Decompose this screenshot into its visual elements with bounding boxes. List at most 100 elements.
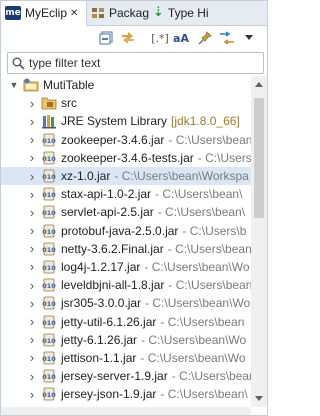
tree-item-label: jersey-server-1.9.jar: [61, 369, 168, 384]
jar-icon: 010: [41, 204, 57, 220]
svg-text:010: 010: [42, 173, 56, 181]
svg-text:010: 010: [42, 209, 56, 217]
link-with-editor-icon[interactable]: [120, 30, 136, 46]
collapse-all-icon[interactable]: [98, 30, 114, 46]
tree-item[interactable]: › 010 jettison-1.1.jar - C:\Users\bean\Wo: [1, 349, 251, 367]
chevron-right-icon[interactable]: ›: [27, 259, 37, 274]
tree-item-label: log4j-1.2.17.jar: [61, 259, 141, 274]
tree-item[interactable]: › 010 jersey-server-1.9.jar - C:\Users\bean: [1, 367, 251, 385]
tab-label: Type Hi: [167, 6, 209, 20]
jar-path: - C:\Users\bean: [168, 278, 251, 293]
svg-text:010: 010: [42, 137, 56, 145]
chevron-right-icon[interactable]: ›: [27, 369, 37, 384]
scroll-thumb[interactable]: [254, 98, 264, 218]
chevron-right-icon[interactable]: ›: [27, 278, 37, 293]
chevron-right-icon[interactable]: ›: [27, 223, 37, 238]
jar-icon: 010: [41, 223, 57, 239]
tree-item-label: servlet-api-2.5.jar: [61, 205, 154, 220]
tree-item-label: jersey-json-1.9.jar: [61, 387, 157, 402]
project-icon: [23, 77, 39, 93]
jar-icon: 010: [41, 259, 57, 275]
tree-item[interactable]: › 010 jetty-util-6.1.26.jar - C:\Users\bean: [1, 312, 251, 330]
tree-item[interactable]: › src: [1, 94, 251, 112]
chevron-right-icon[interactable]: ›: [27, 205, 37, 220]
svg-text:010: 010: [42, 319, 56, 327]
tab-myeclipse-explorer[interactable]: me MyEclip ✕: [1, 1, 87, 26]
filter-input[interactable]: [29, 56, 249, 70]
tree-item[interactable]: › 010 leveldbjni-all-1.8.jar - C:\Users\bea…: [1, 276, 251, 294]
chevron-right-icon[interactable]: ›: [27, 132, 37, 147]
jar-icon: 010: [41, 314, 57, 330]
jar-path: - C:\Users\bean: [160, 314, 245, 329]
jar-path: - C:\Users\bean\Workspa: [114, 169, 249, 184]
view-menu-icon[interactable]: [241, 30, 257, 46]
close-icon[interactable]: ✕: [70, 8, 78, 19]
horizontal-scrollbar[interactable]: [1, 407, 251, 415]
jar-icon: 010: [41, 295, 57, 311]
tree-item-label: jsr305-3.0.0.jar: [61, 296, 142, 311]
scroll-up-icon[interactable]: [255, 82, 263, 87]
svg-text:010: 010: [42, 155, 56, 163]
chevron-right-icon[interactable]: ›: [27, 169, 37, 184]
tree-item-label: zookeeper-3.4.6.jar: [61, 132, 165, 147]
tree-item[interactable]: › 010 protobuf-java-2.5.0.jar - C:\Users\b: [1, 222, 251, 240]
chevron-right-icon[interactable]: ›: [27, 114, 37, 129]
tab-type-hierarchy[interactable]: ⇣ Type Hi: [149, 1, 219, 25]
chevron-right-icon[interactable]: ›: [27, 350, 37, 365]
chevron-right-icon[interactable]: ›: [27, 314, 37, 329]
jar-icon: 010: [41, 350, 57, 366]
tree-item[interactable]: › 010 stax-api-1.0-2.jar - C:\Users\bean\: [1, 185, 251, 203]
jar-path: - C:\Users\bean\Wo: [144, 259, 250, 274]
project-name: MutiTable: [43, 78, 95, 93]
scroll-down-icon[interactable]: [255, 396, 263, 401]
svg-text:010: 010: [42, 337, 56, 345]
tree-item-label: protobuf-java-2.5.0.jar: [61, 223, 179, 238]
tree-item[interactable]: › 010 log4j-1.2.17.jar - C:\Users\bean\Wo: [1, 258, 251, 276]
jre-version: [jdk1.8.0_66]: [171, 114, 240, 129]
search-icon: [12, 57, 25, 70]
jar-path: - C:\Users\bean\: [157, 205, 246, 220]
sort-alpha-icon[interactable]: aA: [173, 30, 189, 46]
tree-item[interactable]: › 010 jetty-6.1.26.jar - C:\Users\bean\Wo: [1, 331, 251, 349]
pin-icon[interactable]: [197, 30, 213, 46]
tree-root[interactable]: ▼ MutiTable: [1, 76, 251, 94]
jar-path: - C:\Users\bean\Wo: [140, 350, 246, 365]
project-tree: ▼ MutiTable › src › JRE System Library [jdk1…: [1, 76, 251, 407]
type-hierarchy-icon: ⇣: [153, 5, 164, 20]
chevron-right-icon[interactable]: ›: [27, 96, 37, 111]
tree-item[interactable]: › 010 jersey-json-1.9.jar - C:\Users\bean\: [1, 385, 251, 403]
tree-item[interactable]: › 010 netty-3.6.2.Final.jar - C:\Users\bean: [1, 240, 251, 258]
chevron-right-icon[interactable]: ›: [27, 150, 37, 165]
filter-icon[interactable]: [.*]: [150, 30, 170, 46]
tree-item-label: leveldbjni-all-1.8.jar: [61, 278, 165, 293]
filter-box[interactable]: [7, 52, 264, 74]
tree-item-label: zookeeper-3.4.6-tests.jar: [61, 150, 194, 165]
source-folder-icon: [41, 95, 57, 111]
svg-text:010: 010: [42, 228, 56, 236]
chevron-right-icon[interactable]: ›: [27, 332, 37, 347]
chevron-down-icon[interactable]: ▼: [9, 80, 19, 90]
tree-item-label: jettison-1.1.jar: [61, 350, 137, 365]
tab-package-explorer[interactable]: Packag: [87, 1, 149, 25]
tree-item[interactable]: › JRE System Library [jdk1.8.0_66]: [1, 112, 251, 130]
sync-icon[interactable]: [219, 30, 235, 46]
package-explorer-view: me MyEclip ✕ Packag ⇣ Type Hi [.*] aA ty…: [0, 0, 268, 416]
jar-icon: 010: [41, 241, 57, 257]
tree-item[interactable]: › 010 servlet-api-2.5.jar - C:\Users\bean\: [1, 203, 251, 221]
chevron-right-icon[interactable]: ›: [27, 187, 37, 202]
svg-text:010: 010: [42, 355, 56, 363]
library-icon: [41, 113, 57, 129]
tree-item[interactable]: › 010 jsr305-3.0.0.jar - C:\Users\bean\Wo: [1, 294, 251, 312]
tree-item[interactable]: › 010 xz-1.0.jar - C:\Users\bean\Workspa: [1, 166, 251, 186]
chevron-right-icon[interactable]: ›: [27, 241, 37, 256]
jar-icon: 010: [41, 168, 57, 184]
chevron-right-icon[interactable]: ›: [27, 296, 37, 311]
tree-item[interactable]: › 010 zookeeper-3.4.6-tests.jar- C:\Users\…: [1, 149, 251, 167]
tree-item[interactable]: › 010 zookeeper-3.4.6.jar - C:\Users\bean: [1, 131, 251, 149]
jar-icon: 010: [41, 150, 57, 166]
jar-path: - C:\Users\bean\Wo: [145, 296, 251, 311]
tree-children: › src › JRE System Library [jdk1.8.0_66] › 010…: [1, 94, 251, 403]
vertical-scrollbar[interactable]: [251, 76, 267, 407]
svg-text:010: 010: [42, 264, 56, 272]
chevron-right-icon[interactable]: ›: [27, 387, 37, 402]
